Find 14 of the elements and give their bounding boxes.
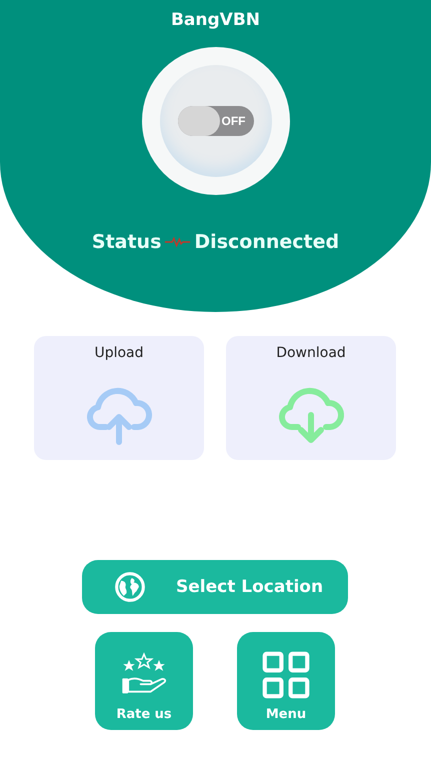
- power-switch[interactable]: OFF: [178, 106, 254, 136]
- status-value: Disconnected: [194, 231, 340, 253]
- grid-icon: [261, 651, 311, 699]
- card-label: Download: [276, 345, 346, 361]
- cloud-upload-icon: [84, 385, 154, 445]
- card-label: Upload: [94, 345, 144, 361]
- menu-button[interactable]: Menu: [237, 632, 335, 730]
- globe-icon: [114, 571, 146, 603]
- cloud-download-icon: [276, 385, 346, 445]
- power-button-ring[interactable]: OFF: [142, 47, 290, 195]
- select-location-button[interactable]: Select Location: [82, 560, 348, 614]
- status-label: Status: [92, 231, 162, 253]
- app-title: BangVBN: [170, 10, 260, 30]
- rate-button[interactable]: Rate us: [95, 632, 193, 730]
